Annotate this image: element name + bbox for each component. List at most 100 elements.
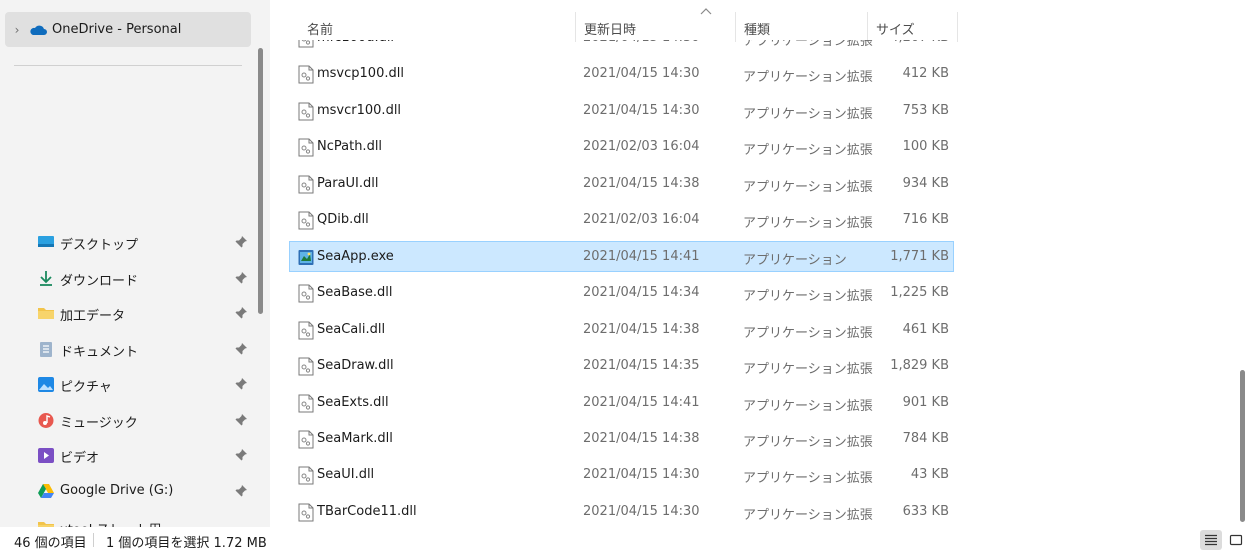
file-row[interactable]: SeaBase.dll 2021/04/15 14:34 アプリケーション拡張 1,2… — [289, 277, 954, 308]
dll-file-icon — [298, 40, 314, 48]
file-date: 2021/04/15 14:34 — [583, 285, 700, 301]
file-row[interactable]: SeaMark.dll 2021/04/15 14:38 アプリケーション拡張 784… — [289, 423, 954, 454]
pin-icon[interactable] — [234, 235, 248, 249]
file-name: SeaCali.dll — [317, 321, 386, 337]
file-type: アプリケーション拡張 — [743, 434, 873, 450]
folder-icon — [37, 305, 55, 322]
file-size: 100 KB — [902, 139, 949, 155]
file-type: アプリケーション — [743, 252, 847, 268]
column-header-name[interactable]: 名前 — [299, 12, 576, 42]
column-header-name-label: 名前 — [307, 23, 334, 38]
pin-icon[interactable] — [234, 271, 248, 285]
chevron-right-icon[interactable]: › — [5, 23, 29, 37]
file-row[interactable]: SeaDraw.dll 2021/04/15 14:35 アプリケーション拡張 1,8… — [289, 350, 954, 381]
document-icon — [37, 341, 55, 358]
pin-icon[interactable] — [234, 448, 248, 462]
file-date: 2021/04/15 14:38 — [583, 321, 700, 337]
file-row[interactable]: msvcr100.dll 2021/04/15 14:30 アプリケーション拡張 75… — [289, 95, 954, 126]
file-date: 2021/02/03 16:04 — [583, 212, 700, 228]
nav-item-quick-access[interactable]: デスクトップ — [0, 226, 255, 259]
dll-file-icon — [298, 138, 314, 157]
dll-file-icon — [298, 284, 314, 303]
file-date: 2021/02/03 16:04 — [583, 139, 700, 155]
file-type: アプリケーション拡張 — [743, 143, 873, 159]
file-date: 2021/04/15 14:30 — [583, 503, 700, 519]
dll-file-icon — [298, 430, 314, 449]
file-date: 2021/04/15 14:41 — [583, 248, 700, 264]
file-row[interactable]: NcPath.dll 2021/02/03 16:04 アプリケーション拡張 100 … — [289, 131, 954, 162]
video-icon — [37, 447, 55, 464]
file-row[interactable]: TBarCode11.dll 2021/04/15 14:30 アプリケーション拡張… — [289, 496, 954, 527]
file-size: 716 KB — [902, 212, 949, 228]
file-name: NcPath.dll — [317, 139, 383, 155]
file-name: SeaExts.dll — [317, 394, 389, 410]
nav-item-label: ダウンロード — [60, 274, 139, 289]
file-name: msvcp100.dll — [317, 66, 404, 82]
file-date: 2021/04/15 14:30 — [583, 102, 700, 118]
file-row[interactable]: SeaUI.dll 2021/04/15 14:30 アプリケーション拡張 43 KB — [289, 459, 954, 490]
file-row[interactable]: ParaUI.dll 2021/04/15 14:38 アプリケーション拡張 934 … — [289, 168, 954, 199]
nav-item-quick-access[interactable]: ピクチャ — [0, 368, 255, 401]
nav-item-label: 加工データ — [60, 309, 126, 324]
file-date: 2021/04/15 14:41 — [583, 394, 700, 410]
file-row[interactable]: mfc100u.dll 2021/04/15 14:30 アプリケーション拡張 4,2… — [289, 40, 954, 53]
file-list-scrollbar-thumb[interactable] — [1240, 370, 1245, 522]
file-type: アプリケーション拡張 — [743, 398, 873, 414]
file-name: SeaMark.dll — [317, 430, 393, 446]
pin-icon[interactable] — [234, 306, 248, 320]
dll-file-icon — [298, 321, 314, 340]
details-view-button[interactable] — [1200, 530, 1222, 550]
column-header-type[interactable]: 種類 — [736, 12, 868, 42]
nav-item-quick-access[interactable]: ダウンロード — [0, 262, 255, 295]
pin-icon[interactable] — [234, 484, 248, 498]
pin-icon[interactable] — [234, 413, 248, 427]
status-bar: 46 個の項目 1 個の項目を選択 1.72 MB — [0, 527, 1254, 553]
nav-item-quick-access[interactable]: ミュージック — [0, 404, 255, 437]
nav-item-quick-access[interactable]: Google Drive (G:) — [0, 475, 255, 508]
dll-file-icon — [298, 357, 314, 376]
file-type: アプリケーション拡張 — [743, 179, 873, 195]
file-name: SeaDraw.dll — [317, 358, 394, 374]
file-row[interactable]: SeaCali.dll 2021/04/15 14:38 アプリケーション拡張 461… — [289, 314, 954, 345]
nav-item-quick-access[interactable]: 加工データ — [0, 297, 255, 330]
column-header-size[interactable]: サイズ — [868, 12, 958, 42]
nav-divider — [14, 65, 242, 66]
file-name: SeaBase.dll — [317, 285, 393, 301]
file-date: 2021/04/15 14:30 — [583, 66, 700, 82]
file-size: 43 KB — [910, 467, 949, 483]
file-name: QDib.dll — [317, 212, 369, 228]
file-row[interactable]: SeaExts.dll 2021/04/15 14:41 アプリケーション拡張 901… — [289, 387, 954, 418]
google-drive-icon — [37, 483, 55, 500]
application-file-icon — [298, 248, 314, 267]
nav-item-quick-access[interactable]: ビデオ — [0, 439, 255, 472]
nav-scrollbar-thumb[interactable] — [258, 48, 263, 314]
file-type: アプリケーション拡張 — [743, 325, 873, 341]
nav-item-label: OneDrive - Personal — [52, 22, 182, 37]
file-date: 2021/04/15 14:38 — [583, 175, 700, 191]
pin-icon[interactable] — [234, 377, 248, 391]
file-row[interactable]: QDib.dll 2021/02/03 16:04 アプリケーション拡張 716 KB — [289, 204, 954, 235]
file-row[interactable]: msvcp100.dll 2021/04/15 14:30 アプリケーション拡張 41… — [289, 58, 954, 89]
file-date: 2021/04/15 14:30 — [583, 467, 700, 483]
nav-item-quick-access[interactable]: ドキュメント — [0, 333, 255, 366]
file-name: mfc100u.dll — [317, 40, 394, 45]
file-type: アプリケーション拡張 — [743, 471, 873, 487]
file-name: ParaUI.dll — [317, 175, 379, 191]
nav-item-label: ビデオ — [60, 451, 100, 466]
item-count: 46 個の項目 — [14, 536, 87, 551]
dll-file-icon — [298, 394, 314, 413]
dll-file-icon — [298, 503, 314, 522]
pin-icon[interactable] — [234, 342, 248, 356]
file-row[interactable]: SeaApp.exe 2021/04/15 14:41 アプリケーション 1,771 … — [289, 240, 954, 272]
dll-file-icon — [298, 211, 314, 230]
nav-item-onedrive[interactable]: › OneDrive - Personal — [5, 12, 251, 47]
column-header-size-label: サイズ — [876, 23, 915, 38]
file-type: アプリケーション拡張 — [743, 106, 873, 122]
file-type: アプリケーション拡張 — [743, 362, 873, 378]
column-header-date[interactable]: 更新日時 — [576, 12, 736, 42]
file-size: 1,829 KB — [890, 358, 949, 374]
file-type: アプリケーション拡張 — [743, 40, 873, 49]
file-size: 412 KB — [902, 66, 949, 82]
column-header-date-label: 更新日時 — [584, 23, 637, 38]
large-icons-view-button[interactable] — [1225, 530, 1247, 550]
